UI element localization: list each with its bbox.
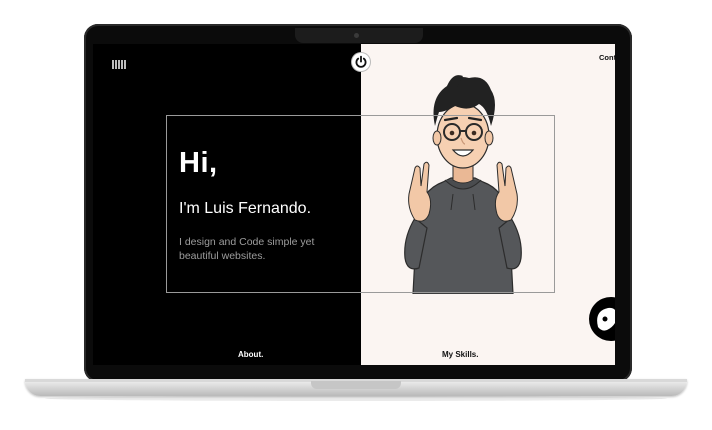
contact-link[interactable]: Cont [599,53,615,62]
hero-greeting: Hi, [179,147,218,179]
webcam-icon [354,33,359,38]
skills-link[interactable]: My Skills. [442,350,478,359]
menu-bars-icon[interactable] [112,60,126,69]
about-link[interactable]: About. [238,350,263,359]
laptop-notch [295,28,423,43]
laptop-shadow [45,396,667,401]
laptop-thumb-notch [311,381,401,389]
chat-ghost-icon[interactable] [589,297,615,341]
power-icon[interactable] [352,53,370,71]
hero-tagline: I design and Code simple yet beautiful w… [179,236,315,262]
hero-name: I'm Luis Fernando. [179,200,312,217]
